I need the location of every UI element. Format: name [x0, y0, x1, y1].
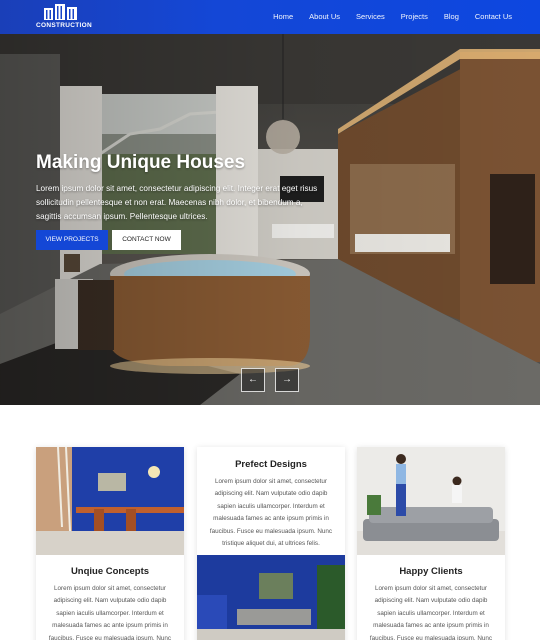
card-text: Lorem ipsum dolor sit amet, consectetur … [209, 478, 333, 548]
slider-next-button[interactable]: → [275, 368, 299, 392]
feature-card-unique-concepts: Unqiue Concepts Lorem ipsum dolor sit am… [36, 447, 184, 640]
buildings-icon [44, 4, 77, 20]
nav-about-us[interactable]: About Us [309, 0, 340, 34]
card-title: Prefect Designs [235, 459, 307, 470]
hero-description: Lorem ipsum dolor sit amet, consectetur … [36, 184, 318, 221]
nav-services[interactable]: Services [356, 0, 385, 34]
card-image-family-jumping [357, 447, 505, 555]
view-projects-button[interactable]: VIEW PROJECTS [36, 230, 108, 250]
card-text: Lorem ipsum dolor sit amet, consectetur … [369, 585, 493, 640]
arrow-left-icon: ← [248, 374, 258, 385]
card-title: Unqiue Concepts [70, 566, 150, 577]
site-logo[interactable]: CONSTRUCTION [36, 4, 92, 32]
card-image-dining-room [36, 447, 184, 555]
logo-text: CONSTRUCTION [36, 22, 92, 29]
nav-home[interactable]: Home [273, 0, 293, 34]
card-text: Lorem ipsum dolor sit amet, consectetur … [48, 585, 172, 640]
card-title: Happy Clients [399, 566, 463, 577]
contact-now-button[interactable]: CONTACT NOW [112, 230, 181, 250]
arrow-right-icon: → [282, 374, 292, 385]
feature-card-prefect-designs: Prefect Designs Lorem ipsum dolor sit am… [197, 447, 345, 640]
card-image-living-room [197, 555, 345, 640]
hero-title: Making Unique Houses [36, 152, 246, 173]
feature-card-happy-clients: Happy Clients Lorem ipsum dolor sit amet… [357, 447, 505, 640]
nav-blog[interactable]: Blog [444, 0, 459, 34]
nav-projects[interactable]: Projects [401, 0, 428, 34]
hero-slider: Making Unique Houses Lorem ipsum dolor s… [0, 34, 540, 405]
top-navigation-bar: CONSTRUCTION Home About Us Services Proj… [0, 0, 540, 34]
main-nav: Home About Us Services Projects Blog Con… [257, 0, 512, 34]
nav-contact-us[interactable]: Contact Us [475, 0, 512, 34]
slider-prev-button[interactable]: ← [241, 368, 265, 392]
